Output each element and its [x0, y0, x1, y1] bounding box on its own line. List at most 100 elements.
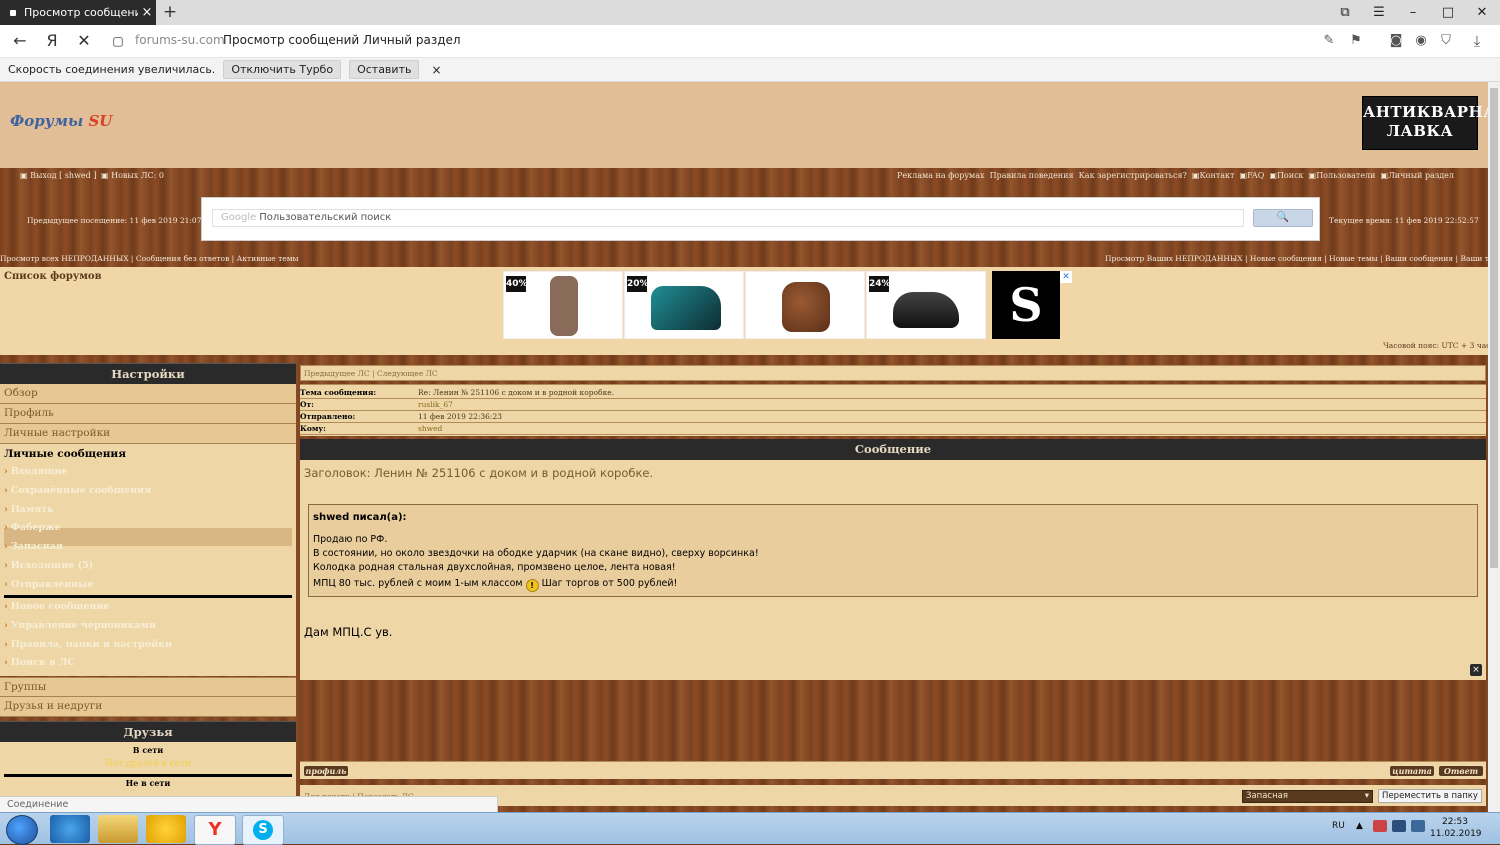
search-link[interactable]: Поиск: [1277, 171, 1304, 180]
users-link[interactable]: Пользователи: [1316, 171, 1375, 180]
mail-agent-icon[interactable]: [146, 815, 186, 843]
tray-expand-icon[interactable]: ▲: [1356, 821, 1363, 831]
download-icon[interactable]: ⤓: [1468, 32, 1486, 50]
quote-button[interactable]: цитата: [1389, 765, 1435, 777]
back-arrow-icon[interactable]: ←: [10, 31, 30, 51]
browser-tab[interactable]: Просмотр сообщений / ×: [0, 0, 156, 25]
antique-shop-banner[interactable]: АНТИКВАРНАЯ ЛАВКА: [1362, 96, 1488, 150]
register-help-link[interactable]: Как зарегистрироваться?: [1079, 171, 1187, 180]
search-button[interactable]: 🔍: [1253, 209, 1313, 227]
maximize-button[interactable]: □: [1437, 3, 1459, 22]
turbo-icon[interactable]: ◉: [1412, 32, 1430, 50]
start-button[interactable]: [6, 815, 38, 845]
google-search-box: Google Пользовательский поиск 🔍: [201, 197, 1320, 241]
pm-section-title: Личные сообщения: [4, 448, 126, 460]
rules-link[interactable]: Правила поведения: [990, 171, 1074, 180]
personal-area-link[interactable]: Личный раздел: [1388, 171, 1454, 180]
ad-item-sneaker[interactable]: 24%: [866, 271, 986, 339]
new-pm-link[interactable]: ▣ Новых ЛС: 0: [101, 171, 164, 180]
sidebar-item-inbox[interactable]: › Входящие: [4, 466, 68, 477]
forum-list-link[interactable]: Список форумов: [4, 271, 102, 282]
sidebar-item-reserve[interactable]: › Запасная: [4, 541, 63, 552]
sidebar-item-profile[interactable]: Профиль: [0, 404, 296, 424]
subnav-left[interactable]: Просмотр всех НЕПРОДАННЫХ | Сообщения бе…: [0, 254, 299, 263]
ad-close-icon[interactable]: ✕: [1060, 271, 1072, 283]
menu-icon[interactable]: ☰: [1368, 3, 1390, 22]
inbox-label: Входящие: [10, 466, 68, 477]
site-logo[interactable]: Форумы SU: [10, 112, 112, 130]
sidebar-item-pm-search[interactable]: › Поиск в ЛС: [4, 657, 75, 668]
faq-link[interactable]: FAQ: [1247, 171, 1264, 180]
reply-button[interactable]: Ответ: [1438, 765, 1484, 777]
sidebar-item-memory[interactable]: › Память: [4, 504, 54, 515]
ad-item-jumpsuit[interactable]: 40%: [503, 271, 623, 339]
ie-icon[interactable]: [50, 815, 90, 843]
page-info-icon[interactable]: ▢: [108, 31, 128, 51]
forum-list-panel: Список форумов 40% 20% 24% S ✕ Часовой п…: [0, 267, 1488, 355]
yandex-browser-icon[interactable]: Y: [194, 815, 236, 845]
logout-link[interactable]: ▣ Выход [ shwed ]: [20, 171, 96, 180]
sidebar-item-groups[interactable]: Группы: [0, 677, 296, 697]
meta-label: От:: [300, 400, 314, 409]
sidebar-item-saved[interactable]: › Сохранённые сообщения: [4, 485, 151, 496]
camera-icon[interactable]: ◙: [1387, 32, 1405, 50]
minimize-button[interactable]: –: [1402, 3, 1424, 22]
delete-message-icon[interactable]: ×: [1470, 664, 1482, 676]
timezone: Часовой пояс: UTC + 3 часа: [1383, 341, 1488, 350]
sidebar-item-faberge[interactable]: › Фаберже: [4, 522, 61, 533]
stop-icon[interactable]: ✕: [74, 31, 94, 51]
sidebar-item-friends-foes[interactable]: Друзья и недруги: [0, 697, 296, 717]
profile-button[interactable]: профиль: [303, 765, 349, 777]
ad-item-boot-teal[interactable]: 20%: [624, 271, 744, 339]
pm-section: Личные сообщения › Входящие › Сохранённые …: [0, 444, 296, 676]
sidebar-item-drafts[interactable]: › Управление черновиками: [4, 620, 156, 631]
subnav-right[interactable]: Просмотр Ваших НЕПРОДАННЫХ | Новые сообщ…: [1105, 254, 1488, 263]
url-host[interactable]: forums-su.com: [135, 33, 225, 47]
ad-item-boot-brown[interactable]: [745, 271, 865, 339]
network-error-icon[interactable]: [1373, 820, 1387, 832]
address-bar: ← Я ✕ ▢ forums-su.com Просмотр сообщений…: [0, 25, 1500, 58]
ad-item-brand-s[interactable]: S: [992, 271, 1060, 339]
pen-icon[interactable]: ✎: [1320, 32, 1338, 50]
prev-next-bar: Предыдущее ЛС | Следующее ЛС: [300, 365, 1486, 381]
sneaker-image: [893, 292, 959, 328]
tab-close-button[interactable]: ×: [138, 5, 156, 20]
shield-icon[interactable]: ⛉: [1437, 32, 1455, 50]
new-tab-button[interactable]: +: [160, 2, 180, 22]
recipient-link[interactable]: shwed: [418, 424, 442, 433]
signal-icon[interactable]: [1392, 820, 1406, 832]
disable-turbo-button[interactable]: Отключить Турбо: [223, 60, 342, 79]
folder-select[interactable]: Запасная ▾: [1242, 790, 1373, 803]
scrollbar-thumb[interactable]: [1490, 88, 1498, 568]
message-header: Сообщение: [300, 439, 1486, 460]
tab-title: Просмотр сообщений /: [24, 6, 138, 19]
system-clock[interactable]: 22:53 11.02.2019: [1430, 816, 1482, 840]
contact-link[interactable]: Контакт: [1199, 171, 1234, 180]
close-window-button[interactable]: ✕: [1471, 3, 1493, 22]
sidebar-item-overview[interactable]: Обзор: [0, 384, 296, 404]
explorer-folder-icon[interactable]: [98, 815, 138, 843]
bookmarks-panel-icon[interactable]: ⧉: [1334, 3, 1356, 22]
sidebar-item-sent[interactable]: › Отправленные: [4, 579, 94, 590]
sidebar-item-rules-folders[interactable]: › Правила, папки и настройки: [4, 639, 172, 650]
search-input[interactable]: Google Пользовательский поиск: [212, 209, 1244, 227]
keep-turbo-button[interactable]: Оставить: [349, 60, 420, 79]
move-to-folder-button[interactable]: Переместить в папку: [1378, 789, 1482, 803]
quote-block: shwed писал(а): Продаю по РФ. В состояни…: [308, 504, 1478, 597]
ads-link[interactable]: Реклама на форумах: [897, 171, 985, 180]
status-bar: Соединение: [0, 796, 498, 812]
quote-author: shwed писал(а):: [313, 512, 407, 523]
sidebar-item-new-message[interactable]: › Новое сообщение: [4, 601, 110, 612]
close-notification-icon[interactable]: ×: [431, 63, 441, 77]
sidebar-item-outbox[interactable]: › Исходящие (5): [4, 560, 93, 571]
sender-link[interactable]: ruslik_67: [418, 400, 453, 409]
sidebar-item-personal[interactable]: Личные настройки: [0, 424, 296, 444]
skype-icon[interactable]: S: [242, 815, 284, 845]
prev-next-links[interactable]: Предыдущее ЛС | Следующее ЛС: [304, 369, 438, 378]
volume-icon[interactable]: [1411, 820, 1425, 832]
bookmark-icon[interactable]: ⚑: [1347, 32, 1365, 50]
browser-tab-bar: [0, 0, 1500, 25]
language-indicator[interactable]: RU: [1332, 821, 1345, 831]
url-page-title[interactable]: Просмотр сообщений Личный раздел: [223, 33, 461, 47]
yandex-logo-icon[interactable]: Я: [42, 31, 62, 51]
